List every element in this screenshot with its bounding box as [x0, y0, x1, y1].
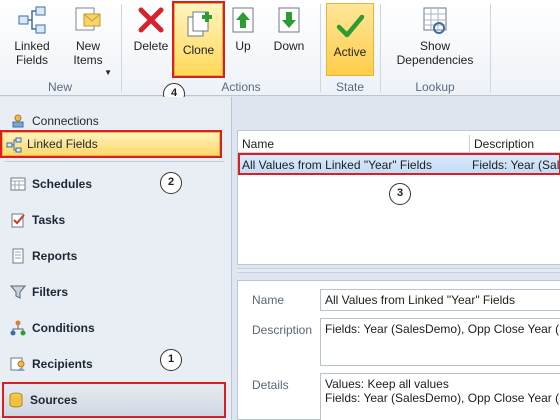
active-toggle[interactable]: Active — [326, 3, 374, 76]
sidebar-item-tasks[interactable]: Tasks — [6, 206, 222, 234]
row-name-cell: All Values from Linked "Year" Fields — [242, 158, 432, 172]
new-group-label: New — [47, 80, 72, 94]
recipients-icon — [10, 357, 25, 371]
ribbon-separator — [121, 4, 122, 92]
schedules-icon — [10, 177, 26, 191]
new-items-label: New Items — [73, 39, 103, 67]
column-header-description[interactable]: Description — [470, 135, 560, 153]
up-label: Up — [235, 39, 251, 53]
down-label: Down — [273, 39, 305, 53]
name-field[interactable]: All Values from Linked "Year" Fields — [320, 289, 560, 311]
active-label: Active — [333, 45, 367, 59]
column-header-name[interactable]: Name — [238, 135, 470, 153]
linked-fields-label: Linked Fields — [14, 39, 50, 67]
table-row[interactable]: All Values from Linked "Year" Fields Fie… — [238, 153, 560, 175]
reports-icon — [12, 248, 24, 264]
lookup-group-label: Lookup — [415, 80, 455, 94]
new-items-button[interactable]: New Items ▼ — [62, 4, 114, 77]
sidebar-item-label: Tasks — [32, 213, 66, 227]
callout-2: 2 — [160, 172, 182, 194]
sidebar-item-connections[interactable]: Connections — [6, 107, 222, 135]
lookup-group: Show Dependencies Lookup — [382, 0, 488, 96]
name-label: Name — [252, 293, 285, 307]
ribbon-separator — [380, 4, 381, 92]
clone-button[interactable]: Clone — [172, 1, 225, 78]
details-line-2: Fields: Year (SalesDemo), Opp Close Year… — [325, 391, 560, 405]
ribbon: Linked Fields New Items ▼ New Delete Clo… — [0, 0, 560, 96]
state-group: Active State — [322, 0, 378, 96]
sidebar-divider — [4, 161, 224, 162]
tasks-icon — [11, 213, 25, 228]
sidebar-item-recipients[interactable]: Recipients — [6, 350, 222, 378]
row-description-cell: Fields: Year (SalesDemo — [472, 158, 559, 172]
new-group: Linked Fields New Items ▼ New — [0, 0, 120, 96]
state-group-label: State — [335, 80, 365, 94]
sidebar-item-label: Recipients — [32, 357, 93, 371]
show-dependencies-button[interactable]: Show Dependencies — [388, 4, 482, 67]
sidebar-item-label: Connections — [32, 114, 99, 128]
checkmark-icon — [336, 14, 365, 38]
sidebar-item-label: Sources — [30, 393, 78, 407]
conditions-icon — [10, 320, 26, 336]
sidebar-item-label: Filters — [32, 285, 69, 299]
actions-group-label: Actions — [221, 80, 261, 94]
arrow-down-icon — [278, 7, 300, 33]
sidebar: Connections Linked Fields Schedules Task… — [0, 97, 232, 420]
sidebar-item-label: Schedules — [32, 177, 93, 191]
dependencies-icon — [423, 7, 447, 34]
connections-icon — [12, 114, 24, 128]
down-button[interactable]: Down — [267, 4, 311, 53]
up-button[interactable]: Up — [227, 4, 259, 53]
arrow-up-icon — [232, 7, 254, 33]
sidebar-item-conditions[interactable]: Conditions — [6, 314, 222, 342]
sidebar-item-label: Reports — [32, 249, 78, 263]
grid-header: Name Description — [238, 135, 560, 153]
sidebar-item-sources[interactable]: Sources — [2, 382, 226, 418]
database-icon — [9, 392, 23, 408]
linked-fields-icon — [6, 137, 22, 153]
linked-fields-button[interactable]: Linked Fields — [8, 4, 56, 67]
sidebar-item-label: Conditions — [32, 321, 95, 335]
details-panel: Name All Values from Linked "Year" Field… — [237, 280, 560, 420]
details-field[interactable]: Values: Keep all values Fields: Year (Sa… — [320, 373, 560, 420]
clone-label: Clone — [182, 43, 215, 57]
chevron-down-icon: ▼ — [104, 68, 112, 77]
callout-3: 3 — [389, 183, 411, 205]
sidebar-item-schedules[interactable]: Schedules — [6, 170, 222, 198]
clone-icon — [187, 11, 212, 37]
details-label: Details — [252, 378, 289, 392]
delete-button[interactable]: Delete — [129, 4, 173, 53]
description-label: Description — [252, 323, 313, 337]
filter-icon — [10, 285, 26, 299]
linked-fields-icon — [18, 6, 46, 34]
callout-1: 1 — [160, 349, 182, 371]
delete-x-icon — [138, 7, 164, 33]
ribbon-separator — [490, 4, 491, 92]
ribbon-separator — [320, 4, 321, 92]
actions-group: Delete Clone Up Down Actions — [123, 0, 319, 96]
sidebar-item-reports[interactable]: Reports — [6, 242, 222, 270]
sidebar-item-filters[interactable]: Filters — [6, 278, 222, 306]
delete-label: Delete — [133, 39, 169, 53]
show-dependencies-label: Show Dependencies — [396, 39, 474, 67]
details-line-1: Values: Keep all values — [325, 377, 449, 391]
sidebar-item-linked-fields[interactable]: Linked Fields — [0, 130, 222, 158]
pane-splitter[interactable] — [237, 268, 560, 273]
description-field[interactable]: Fields: Year (SalesDemo), Opp Close Year… — [320, 318, 560, 366]
sidebar-item-label: Linked Fields — [27, 137, 98, 151]
new-items-icon — [75, 7, 101, 31]
